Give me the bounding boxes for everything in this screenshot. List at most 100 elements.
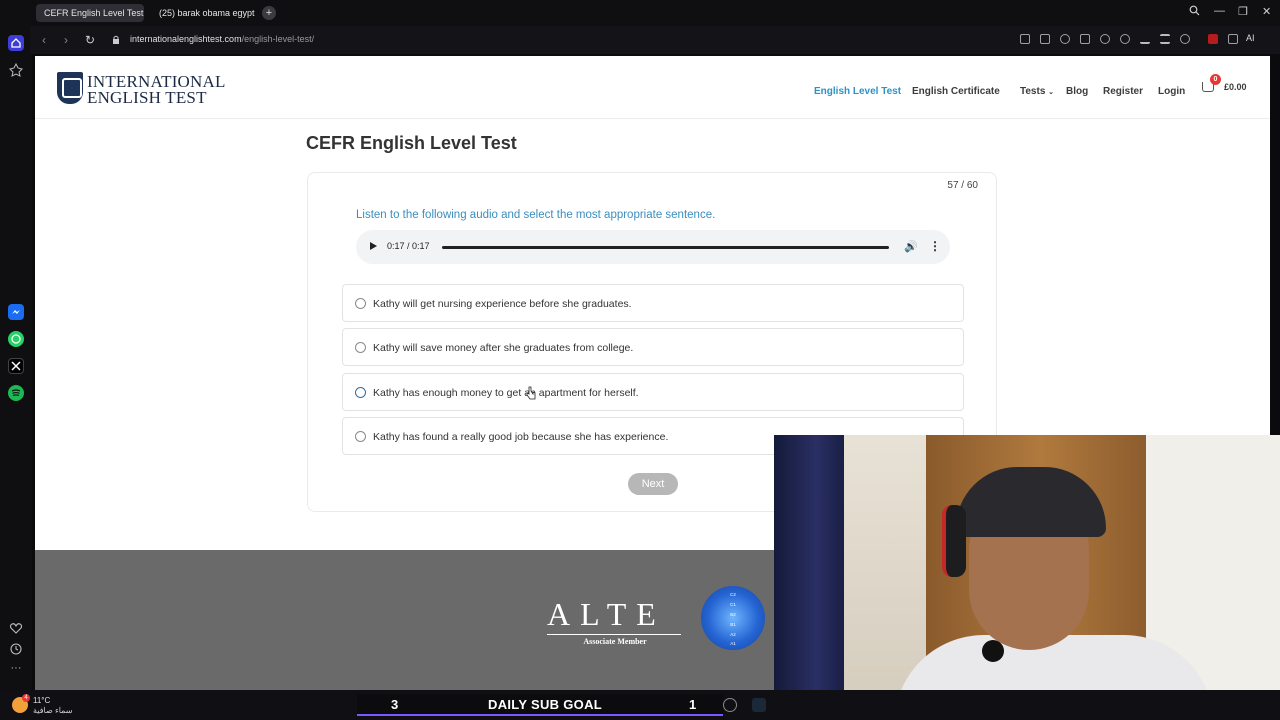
nav-tests-label: Tests <box>1020 86 1046 97</box>
alte-rule <box>547 634 681 635</box>
volume-icon[interactable]: 🔊 <box>904 240 918 253</box>
pinboard-icon[interactable] <box>8 62 24 78</box>
url-path: /english-level-test/ <box>241 34 315 44</box>
ai-button[interactable]: AI <box>1246 33 1255 43</box>
settings-tray-icon[interactable] <box>723 698 737 712</box>
heart-icon[interactable] <box>8 620 24 636</box>
favorite-icon[interactable] <box>1120 34 1130 44</box>
close-icon[interactable]: ✕ <box>1262 5 1271 18</box>
radio-button[interactable] <box>355 387 366 398</box>
sub-goal-label: DAILY SUB GOAL <box>488 697 602 712</box>
page-title: CEFR English Level Test <box>306 133 517 153</box>
answer-option[interactable]: Kathy will save money after she graduate… <box>342 328 964 366</box>
weather-condition: سماء صافية <box>33 706 73 715</box>
site-logo[interactable]: INTERNATIONAL ENGLISH TEST <box>57 72 227 107</box>
whatsapp-icon[interactable] <box>8 331 24 347</box>
logo-line-2: ENGLISH TEST <box>87 88 207 107</box>
minimize-icon[interactable]: — <box>1214 5 1225 17</box>
steam-icon[interactable] <box>752 698 766 712</box>
cefr-level: B1 <box>730 622 736 627</box>
play-icon[interactable] <box>370 242 377 250</box>
home-icon[interactable] <box>8 35 24 51</box>
sub-goal-overlay: 3 DAILY SUB GOAL 1 <box>357 694 723 716</box>
radio-button[interactable] <box>355 431 366 442</box>
radio-button[interactable] <box>355 342 366 353</box>
answer-option-label: Kathy will save money after she graduate… <box>373 342 634 354</box>
answer-option[interactable]: Kathy has enough money to get an apartme… <box>342 373 964 411</box>
headset-icon <box>942 505 966 577</box>
webcam-curtain <box>774 435 844 720</box>
download-icon[interactable] <box>1140 34 1150 44</box>
question-instruction: Listen to the following audio and select… <box>356 209 716 221</box>
microphone-icon <box>982 640 1004 662</box>
history-icon[interactable] <box>8 641 24 657</box>
restore-icon[interactable]: ❐ <box>1238 5 1248 18</box>
cefr-level: A2 <box>730 632 736 637</box>
shield-icon[interactable] <box>1080 34 1090 44</box>
extensions-cube-icon[interactable] <box>1228 34 1238 44</box>
chevron-down-icon: ⌄ <box>1048 89 1055 96</box>
alte-wordmark: ALTE <box>547 596 666 632</box>
webcam-overlay <box>774 435 1280 720</box>
hand-cursor-icon <box>526 386 536 400</box>
cart-total: £0.00 <box>1224 82 1247 92</box>
audio-player: 0:17 / 0:17 🔊 ⋮ <box>356 230 950 264</box>
weather-temp: 11°C <box>33 696 51 705</box>
url-domain: internationalenglishtest.com <box>130 34 242 44</box>
answer-option[interactable]: Kathy will get nursing experience before… <box>342 284 964 322</box>
nav-register[interactable]: Register <box>1103 86 1143 97</box>
audio-time: 0:17 / 0:17 <box>387 241 430 251</box>
alte-logo[interactable]: ALTE Associate Member <box>547 596 683 646</box>
cart-count-badge: 0 <box>1210 74 1221 85</box>
sub-goal-target: 1 <box>689 697 697 712</box>
header-divider <box>35 118 1270 119</box>
menu-icon[interactable] <box>1160 34 1170 44</box>
weather-badge: 4 <box>22 694 30 702</box>
reload-icon[interactable]: ↻ <box>85 33 95 47</box>
cefr-level: C1 <box>730 602 736 607</box>
search-tabs-icon[interactable] <box>1189 5 1200 19</box>
radio-button[interactable] <box>355 298 366 309</box>
more-icon[interactable]: ··· <box>8 663 24 679</box>
question-progress: 57 / 60 <box>947 180 978 191</box>
cefr-level: A1 <box>730 641 736 646</box>
forward-icon[interactable]: › <box>64 33 68 47</box>
tab-title: (25) barak obama egypt - <box>159 8 255 18</box>
messenger-icon[interactable] <box>8 304 24 320</box>
x-twitter-icon[interactable] <box>8 358 24 374</box>
alte-subtitle: Associate Member <box>583 637 647 646</box>
audio-progress-bar[interactable] <box>442 246 889 249</box>
cefr-level: C2 <box>730 592 736 597</box>
more-options-icon[interactable]: ⋮ <box>929 239 941 253</box>
play-icon[interactable] <box>1100 34 1110 44</box>
spotify-icon[interactable] <box>8 385 24 401</box>
back-icon[interactable]: ‹ <box>42 33 46 47</box>
nav-blog[interactable]: Blog <box>1066 86 1088 97</box>
tab-youtube[interactable]: (25) barak obama egypt - <box>147 4 255 22</box>
shield-logo-icon <box>57 72 83 104</box>
cefr-levels-badge: C2 C1 B2 B1 A2 A1 <box>701 586 765 650</box>
answer-option-label: Kathy has found a really good job becaus… <box>373 431 669 443</box>
nav-login[interactable]: Login <box>1158 86 1185 97</box>
extension-icon[interactable] <box>1208 34 1218 44</box>
sub-goal-current: 3 <box>391 697 399 712</box>
edit-icon[interactable] <box>1040 34 1050 44</box>
new-tab-button[interactable]: + <box>262 6 276 20</box>
nav-english-level-test[interactable]: English Level Test <box>814 86 901 97</box>
nav-tests[interactable]: Tests ⌄ <box>1020 86 1054 97</box>
url-field[interactable]: internationalenglishtest.com/english-lev… <box>130 34 314 44</box>
taskbar: 4 11°C سماء صافية 3 DAILY SUB GOAL 1 <box>0 690 1280 720</box>
cefr-level: B2 <box>730 612 736 617</box>
nav-english-certificate[interactable]: English Certificate <box>912 86 1000 97</box>
camera-icon[interactable] <box>1060 34 1070 44</box>
tab-cefr-test[interactable]: CEFR English Level Test - I <box>36 4 144 22</box>
answer-option-label: Kathy has enough money to get an apartme… <box>373 387 639 399</box>
next-button[interactable]: Next <box>628 473 678 495</box>
browser-sidebar: ··· <box>0 0 32 690</box>
answer-option-label: Kathy will get nursing experience before… <box>373 298 632 310</box>
profile-icon[interactable] <box>1180 34 1190 44</box>
weather-widget[interactable]: 4 11°C سماء صافية <box>12 694 92 716</box>
cart[interactable]: 0 £0.00 <box>1202 74 1262 98</box>
reader-icon[interactable] <box>1020 34 1030 44</box>
address-bar: ‹ › ↻ internationalenglishtest.com/engli… <box>30 26 1280 54</box>
